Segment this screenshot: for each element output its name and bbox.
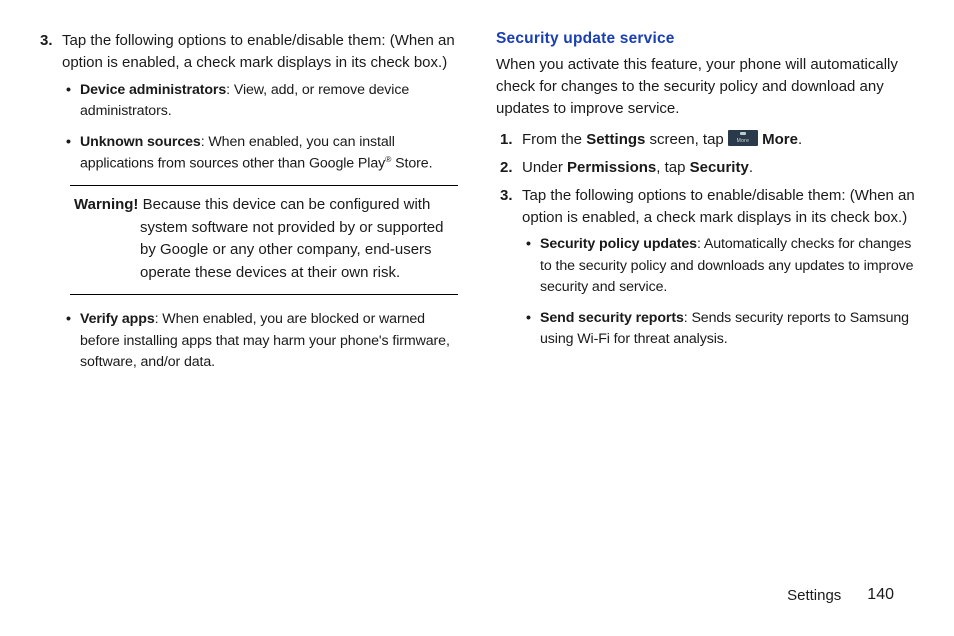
step-number: 2. bbox=[496, 157, 522, 179]
step-text: From the Settings screen, tap More. bbox=[522, 129, 918, 151]
section-intro: When you activate this feature, your pho… bbox=[496, 54, 918, 119]
t: From the bbox=[522, 131, 586, 148]
step-text: Under Permissions, tap Security. bbox=[522, 157, 918, 179]
bullet-label: Unknown sources bbox=[80, 134, 201, 150]
t: Under bbox=[522, 159, 567, 176]
t: screen, tap bbox=[645, 131, 728, 148]
bullet-label: Send security reports bbox=[540, 310, 684, 326]
t: Permissions bbox=[567, 159, 656, 176]
bullet-dot: • bbox=[66, 309, 80, 373]
step-number: 3. bbox=[496, 185, 522, 229]
bullet-label: Verify apps bbox=[80, 311, 155, 327]
step-number: 1. bbox=[496, 129, 522, 151]
bullet-device-admins: • Device administrators: View, add, or r… bbox=[66, 80, 458, 123]
bullet-dot: • bbox=[526, 234, 540, 298]
page-number: 140 bbox=[867, 586, 894, 604]
bullet-dot: • bbox=[526, 308, 540, 351]
warning-box: Warning! Because this device can be conf… bbox=[70, 185, 458, 295]
bullet-trail: Store. bbox=[391, 156, 432, 172]
step-text: Tap the following options to enable/disa… bbox=[62, 30, 458, 74]
t: , tap bbox=[656, 159, 689, 176]
warning-text: Because this device can be configured wi… bbox=[140, 196, 444, 281]
bullet-label: Device administrators bbox=[80, 82, 226, 98]
bullet-text: Verify apps: When enabled, you are block… bbox=[80, 309, 458, 373]
more-icon bbox=[728, 130, 758, 146]
right-step-3: 3. Tap the following options to enable/d… bbox=[496, 185, 918, 229]
t: . bbox=[749, 159, 753, 176]
t: Settings bbox=[586, 131, 645, 148]
right-column: Security update service When you activat… bbox=[496, 30, 918, 383]
bullet-dot: • bbox=[66, 132, 80, 175]
bullet-verify-apps: • Verify apps: When enabled, you are blo… bbox=[66, 309, 458, 373]
left-bullets: • Device administrators: View, add, or r… bbox=[36, 80, 458, 176]
left-bullets-2: • Verify apps: When enabled, you are blo… bbox=[36, 309, 458, 373]
warning-content: Warning! Because this device can be conf… bbox=[74, 194, 454, 284]
right-step-2: 2. Under Permissions, tap Security. bbox=[496, 157, 918, 179]
page-footer: Settings 140 bbox=[787, 586, 894, 604]
right-step-1: 1. From the Settings screen, tap More. bbox=[496, 129, 918, 151]
bullet-security-policy: • Security policy updates: Automatically… bbox=[526, 234, 918, 298]
bullet-text: Device administrators: View, add, or rem… bbox=[80, 80, 458, 123]
bullet-send-reports: • Send security reports: Sends security … bbox=[526, 308, 918, 351]
bullet-dot: • bbox=[66, 80, 80, 123]
left-column: 3. Tap the following options to enable/d… bbox=[36, 30, 458, 383]
bullet-text: Send security reports: Sends security re… bbox=[540, 308, 918, 351]
step-number: 3. bbox=[36, 30, 62, 74]
footer-section: Settings bbox=[787, 587, 841, 604]
step-text: Tap the following options to enable/disa… bbox=[522, 185, 918, 229]
right-bullets: • Security policy updates: Automatically… bbox=[496, 234, 918, 350]
page-columns: 3. Tap the following options to enable/d… bbox=[0, 0, 954, 383]
section-heading: Security update service bbox=[496, 30, 918, 48]
left-step-3: 3. Tap the following options to enable/d… bbox=[36, 30, 458, 74]
bullet-label: Security policy updates bbox=[540, 236, 697, 252]
bullet-text: Security policy updates: Automatically c… bbox=[540, 234, 918, 298]
t: . bbox=[798, 131, 802, 148]
bullet-unknown-sources: • Unknown sources: When enabled, you can… bbox=[66, 132, 458, 175]
t: Security bbox=[690, 159, 749, 176]
warning-label: Warning! bbox=[74, 196, 143, 213]
t: More bbox=[758, 131, 798, 148]
bullet-text: Unknown sources: When enabled, you can i… bbox=[80, 132, 458, 175]
